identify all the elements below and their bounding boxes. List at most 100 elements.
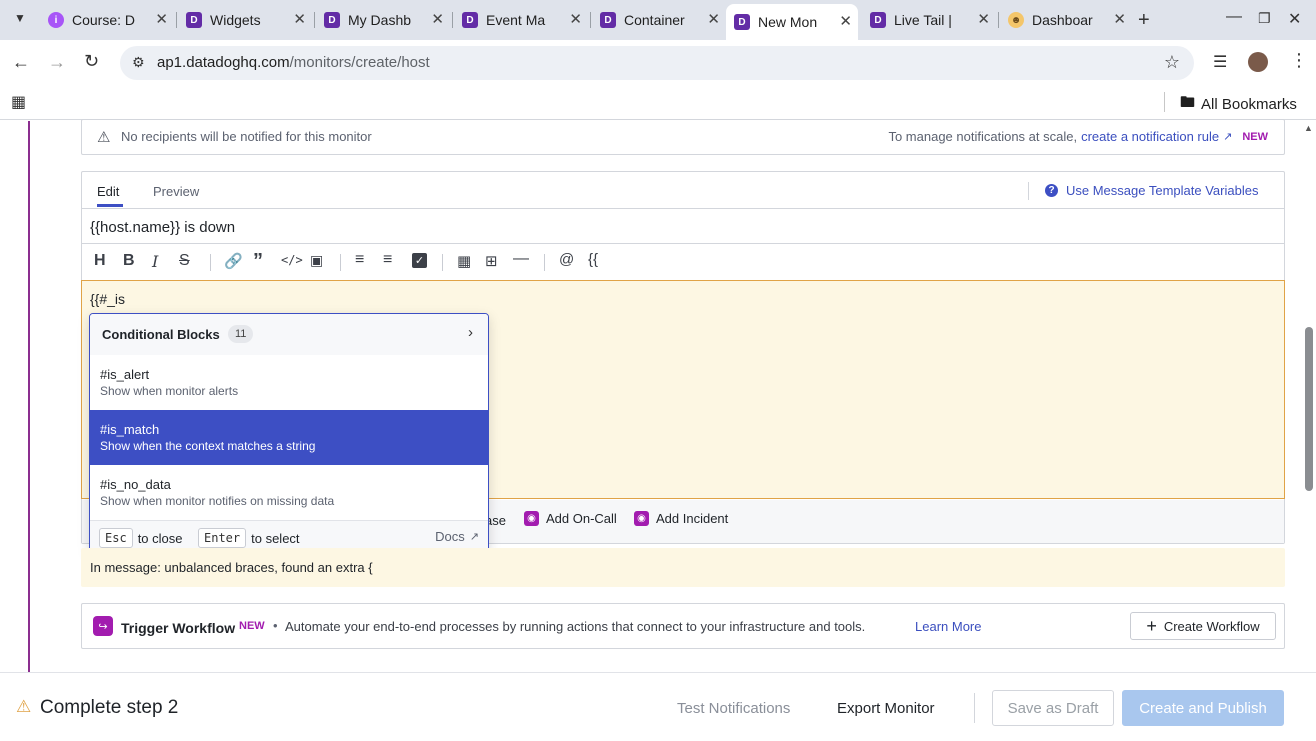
warning-icon: ⚠ xyxy=(97,129,111,146)
checklist-icon[interactable]: ✓ xyxy=(412,253,427,268)
variable-icon[interactable]: {{ xyxy=(588,251,598,268)
restore-icon[interactable]: ❐ xyxy=(1258,10,1271,27)
minimize-icon[interactable]: — xyxy=(1226,8,1242,26)
scrollbar-thumb[interactable] xyxy=(1305,327,1313,491)
dashboard-icon: ☻ xyxy=(1008,12,1024,28)
reload-icon[interactable]: ↻ xyxy=(84,51,99,72)
mention-icon[interactable]: @ xyxy=(559,251,574,268)
autocomplete-header[interactable]: Conditional Blocks 11 › xyxy=(90,314,488,355)
link-icon[interactable]: 🔗 xyxy=(224,252,243,270)
datadog-icon: D xyxy=(734,14,750,30)
tab-edit[interactable]: Edit xyxy=(97,184,119,199)
external-link-icon: ↗ xyxy=(1223,131,1233,143)
table-icon[interactable]: ⊞ xyxy=(485,252,498,270)
learn-more-link[interactable]: Learn More xyxy=(915,619,981,634)
new-tab-icon[interactable]: + xyxy=(1138,9,1150,32)
test-notifications-button[interactable]: Test Notifications xyxy=(677,700,790,717)
browser-tab-active[interactable]: D New Mon ✕ xyxy=(726,4,858,40)
enter-key: Enter xyxy=(198,528,247,548)
plus-icon: + xyxy=(1146,616,1157,636)
subject-input[interactable]: {{host.name}} is down xyxy=(90,219,235,236)
quote-icon[interactable]: ” xyxy=(253,250,263,273)
browser-tab[interactable]: ☻ Dashboar ✕ xyxy=(1000,6,1132,34)
avatar[interactable] xyxy=(1248,52,1268,72)
close-tab-icon[interactable]: ✕ xyxy=(707,12,720,28)
add-incident-button[interactable]: ◉ Add Incident xyxy=(634,511,728,526)
create-workflow-button[interactable]: + Create Workflow xyxy=(1130,612,1276,640)
bold-icon[interactable]: B xyxy=(123,252,135,270)
italic-icon[interactable]: I xyxy=(152,252,158,271)
bookmarks-bar: ▦ 🖿 All Bookmarks xyxy=(0,86,1316,120)
datadog-icon: D xyxy=(186,12,202,28)
create-and-publish-button[interactable]: Create and Publish xyxy=(1122,690,1284,726)
monitor-create-page: ⚠ No recipients will be notified for thi… xyxy=(0,119,1316,741)
site-info-icon[interactable]: ⚙ xyxy=(132,54,145,71)
notification-rule-notice: To manage notifications at scale, create… xyxy=(888,129,1268,144)
datadog-icon: D xyxy=(462,12,478,28)
browser-tab[interactable]: D My Dashb ✕ xyxy=(316,6,450,34)
close-window-icon[interactable]: ✕ xyxy=(1288,9,1301,29)
image-icon[interactable]: ▦ xyxy=(457,252,471,270)
bottom-action-bar: ⚠ Complete step 2 Test Notifications Exp… xyxy=(0,672,1316,741)
autocomplete-item[interactable]: #is_alert Show when monitor alerts xyxy=(90,355,488,410)
save-as-draft-button[interactable]: Save as Draft xyxy=(992,690,1114,726)
close-tab-icon[interactable]: ✕ xyxy=(431,12,444,28)
close-tab-icon[interactable]: ✕ xyxy=(977,12,990,28)
browser-tab[interactable]: D Live Tail | ✕ xyxy=(862,6,996,34)
horizontal-rule-icon[interactable]: — xyxy=(513,250,529,268)
datadog-icon: D xyxy=(600,12,616,28)
tab-edit-underline xyxy=(97,204,123,207)
browser-tab[interactable]: D Event Ma ✕ xyxy=(454,6,588,34)
chevron-right-icon: › xyxy=(468,324,473,341)
media-control-icon[interactable]: ☰ xyxy=(1213,52,1227,72)
address-bar[interactable]: ⚙ ap1.datadoghq.com/monitors/create/host… xyxy=(120,46,1194,80)
oncall-icon: ◉ xyxy=(524,511,539,526)
browser-tab[interactable]: D Container ✕ xyxy=(592,6,726,34)
markdown-toolbar: H B I S 🔗 ” </> ▣ ≡ ≡ ✓ ▦ ⊞ — @ {{ xyxy=(82,244,1284,280)
docs-link[interactable]: Docs ↗ xyxy=(435,529,479,544)
back-icon[interactable]: ← xyxy=(12,52,30,73)
scroll-up-icon[interactable]: ▲ xyxy=(1304,123,1313,133)
scrollbar[interactable]: ▲ xyxy=(1302,121,1316,672)
close-tab-icon[interactable]: ✕ xyxy=(1113,12,1126,28)
menu-icon[interactable]: ⋮ xyxy=(1290,50,1308,71)
code-icon[interactable]: </> xyxy=(281,253,303,267)
tab-search-icon[interactable]: ▼ xyxy=(10,11,30,29)
esc-key: Esc xyxy=(99,528,133,548)
autocomplete-item-selected[interactable]: #is_match Show when the context matches … xyxy=(90,410,488,465)
bookmark-star-icon[interactable]: ☆ xyxy=(1164,52,1180,73)
datadog-icon: D xyxy=(870,12,886,28)
step-status: Complete step 2 xyxy=(40,697,179,718)
recipients-notice: ⚠ No recipients will be notified for thi… xyxy=(81,119,1285,155)
template-variables-link[interactable]: ? Use Message Template Variables xyxy=(1045,183,1258,198)
close-tab-icon[interactable]: ✕ xyxy=(569,12,582,28)
browser-tab[interactable]: D Widgets ✕ xyxy=(178,6,312,34)
code-block-icon[interactable]: ▣ xyxy=(310,252,323,269)
autocomplete-item[interactable]: #is_no_data Show when monitor notifies o… xyxy=(90,465,488,520)
add-oncall-button[interactable]: ◉ Add On-Call xyxy=(524,511,617,526)
browser-tab[interactable]: i Course: D ✕ xyxy=(40,6,174,34)
close-tab-icon[interactable]: ✕ xyxy=(839,14,852,30)
bulleted-list-icon[interactable]: ≡ xyxy=(355,251,364,269)
export-monitor-button[interactable]: Export Monitor xyxy=(837,700,935,717)
url-text: ap1.datadoghq.com/monitors/create/host xyxy=(157,54,430,71)
strikethrough-icon[interactable]: S xyxy=(179,252,190,270)
tab-preview[interactable]: Preview xyxy=(153,184,199,199)
workflow-icon: ↪ xyxy=(93,616,113,636)
left-accent-rail xyxy=(28,121,30,672)
folder-icon: 🖿 xyxy=(1180,94,1196,111)
trigger-workflow-panel: ↪ Trigger Workflow NEW • Automate your e… xyxy=(81,603,1285,649)
all-bookmarks[interactable]: 🖿 All Bookmarks xyxy=(1180,92,1297,117)
numbered-list-icon[interactable]: ≡ xyxy=(383,251,392,269)
incident-icon: ◉ xyxy=(634,511,649,526)
apps-grid-icon[interactable]: ▦ xyxy=(11,92,26,112)
forward-icon[interactable]: → xyxy=(48,52,66,73)
validation-warning: In message: unbalanced braces, found an … xyxy=(81,548,1285,587)
close-tab-icon[interactable]: ✕ xyxy=(155,12,168,28)
create-notification-rule-link[interactable]: create a notification rule xyxy=(1081,129,1219,144)
close-tab-icon[interactable]: ✕ xyxy=(293,12,306,28)
external-link-icon: ↗ xyxy=(469,531,479,543)
browser-toolbar: ← → ↻ ⚙ ap1.datadoghq.com/monitors/creat… xyxy=(0,40,1316,86)
datadog-icon: D xyxy=(324,12,340,28)
heading-icon[interactable]: H xyxy=(94,252,106,270)
